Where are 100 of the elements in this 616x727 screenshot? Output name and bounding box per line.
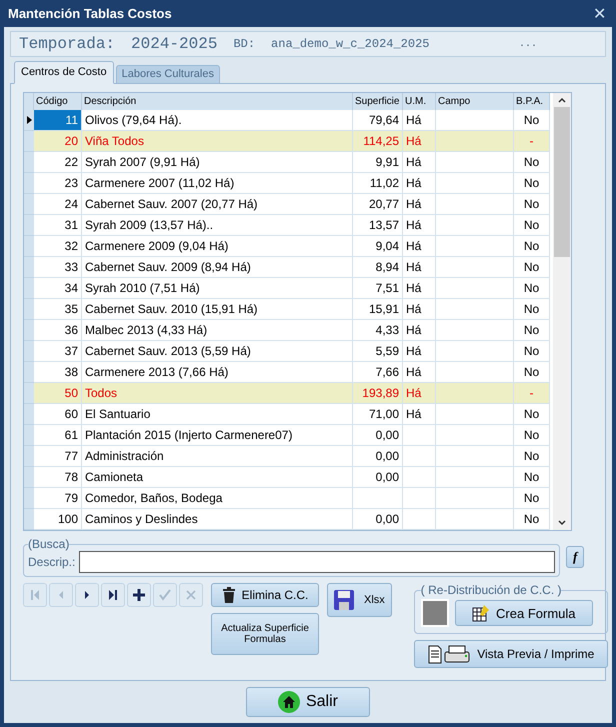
exit-button[interactable]: Salir bbox=[246, 687, 370, 717]
column-header[interactable]: Campo bbox=[436, 93, 514, 110]
code-cell: 11 bbox=[34, 110, 82, 131]
column-header[interactable]: Código bbox=[34, 93, 82, 110]
code-cell: 100 bbox=[34, 509, 82, 530]
description-cell: Administración bbox=[82, 446, 353, 467]
unit-cell: Há bbox=[403, 236, 436, 257]
code-cell: 35 bbox=[34, 299, 82, 320]
column-header[interactable]: Descripción bbox=[82, 93, 353, 110]
area-cell: 0,00 bbox=[353, 509, 403, 530]
description-cell: Olivos (79,64 Há). bbox=[82, 110, 353, 131]
bpa-cell: No bbox=[514, 425, 550, 446]
unit-cell: Há bbox=[403, 131, 436, 152]
area-cell: 9,91 bbox=[353, 152, 403, 173]
area-cell: 20,77 bbox=[353, 194, 403, 215]
create-formula-button[interactable]: Crea Formula bbox=[454, 600, 593, 626]
bpa-cell: - bbox=[514, 131, 550, 152]
bpa-cell: No bbox=[514, 278, 550, 299]
code-cell: 20 bbox=[34, 131, 82, 152]
area-cell: 11,02 bbox=[353, 173, 403, 194]
home-icon bbox=[278, 691, 300, 713]
search-field[interactable] bbox=[79, 551, 555, 573]
code-cell: 77 bbox=[34, 446, 82, 467]
trash-icon bbox=[222, 587, 236, 603]
window-title: Mantención Tablas Costos bbox=[8, 6, 172, 21]
description-cell: Syrah 2010 (7,51 Há) bbox=[82, 278, 353, 299]
area-cell: 5,59 bbox=[353, 341, 403, 362]
bpa-cell: No bbox=[514, 257, 550, 278]
close-button[interactable]: ✕ bbox=[593, 4, 606, 24]
database-value: ana_demo_w_c_2024_2025 bbox=[271, 37, 430, 51]
bpa-cell: No bbox=[514, 299, 550, 320]
area-cell: 79,64 bbox=[353, 110, 403, 131]
column-header[interactable]: B.P.A. bbox=[514, 93, 550, 110]
bpa-cell: No bbox=[514, 509, 550, 530]
description-cell: Carmenere 2007 (11,02 Há) bbox=[82, 173, 353, 194]
add-button[interactable] bbox=[127, 583, 151, 607]
code-cell: 31 bbox=[34, 215, 82, 236]
code-cell: 79 bbox=[34, 488, 82, 509]
bpa-cell: No bbox=[514, 488, 550, 509]
print-preview-button[interactable]: Vista Previa / Imprime bbox=[414, 640, 608, 668]
plus-icon bbox=[133, 589, 145, 601]
unit-cell: Há bbox=[403, 299, 436, 320]
code-cell: 78 bbox=[34, 467, 82, 488]
column-header[interactable]: Superficie bbox=[353, 93, 403, 110]
delete-button[interactable]: Elimina C.C. bbox=[211, 583, 319, 607]
area-cell: 15,91 bbox=[353, 299, 403, 320]
tab[interactable]: Labores Culturales bbox=[116, 65, 220, 84]
description-cell: Cabernet Sauv. 2007 (20,77 Há) bbox=[82, 194, 353, 215]
bpa-cell: No bbox=[514, 152, 550, 173]
code-cell: 60 bbox=[34, 404, 82, 425]
description-cell: Camioneta bbox=[82, 467, 353, 488]
description-cell: Comedor, Baños, Bodega bbox=[82, 488, 353, 509]
bpa-cell: No bbox=[514, 320, 550, 341]
area-cell: 4,33 bbox=[353, 320, 403, 341]
bpa-cell: No bbox=[514, 404, 550, 425]
unit-cell: Há bbox=[403, 320, 436, 341]
area-cell bbox=[353, 488, 403, 509]
bpa-cell: No bbox=[514, 194, 550, 215]
description-cell: Plantación 2015 (Injerto Carmenere07) bbox=[82, 425, 353, 446]
unit-cell: Há bbox=[403, 257, 436, 278]
column-header[interactable]: U.M. bbox=[403, 93, 436, 110]
update-area-button[interactable]: Actualiza Superficie Formulas bbox=[211, 613, 319, 655]
next-button[interactable] bbox=[75, 583, 99, 607]
scrollbar[interactable] bbox=[553, 93, 571, 530]
description-cell: Carmenere 2013 (7,66 Há) bbox=[82, 362, 353, 383]
bpa-cell: No bbox=[514, 173, 550, 194]
unit-cell bbox=[403, 488, 436, 509]
database-label: BD: bbox=[233, 37, 256, 51]
area-cell: 0,00 bbox=[353, 467, 403, 488]
code-cell: 38 bbox=[34, 362, 82, 383]
unit-cell: Há bbox=[403, 362, 436, 383]
description-cell: Syrah 2007 (9,91 Há) bbox=[82, 152, 353, 173]
more-text: ... bbox=[518, 38, 537, 50]
first-record-icon bbox=[30, 589, 40, 601]
tab[interactable]: Centros de Costo bbox=[14, 61, 114, 84]
code-cell: 32 bbox=[34, 236, 82, 257]
last-button[interactable] bbox=[101, 583, 125, 607]
description-label: Descrip.: bbox=[28, 555, 76, 569]
bpa-cell: No bbox=[514, 110, 550, 131]
bpa-cell: - bbox=[514, 383, 550, 404]
last-record-icon bbox=[108, 589, 118, 601]
bpa-cell: No bbox=[514, 362, 550, 383]
bpa-cell: No bbox=[514, 215, 550, 236]
area-cell: 71,00 bbox=[353, 404, 403, 425]
table-edit-icon bbox=[472, 604, 490, 622]
area-cell: 0,00 bbox=[353, 446, 403, 467]
description-cell: Viña Todos bbox=[82, 131, 353, 152]
description-cell: Carmenere 2009 (9,04 Há) bbox=[82, 236, 353, 257]
unit-cell bbox=[403, 467, 436, 488]
formula-button[interactable]: f bbox=[566, 546, 584, 568]
area-cell: 114,25 bbox=[353, 131, 403, 152]
description-cell: Malbec 2013 (4,33 Há) bbox=[82, 320, 353, 341]
unit-cell: Há bbox=[403, 215, 436, 236]
color-swatch bbox=[420, 599, 449, 627]
xlsx-button[interactable]: Xlsx bbox=[327, 583, 392, 617]
checkmark-icon bbox=[159, 589, 171, 601]
unit-cell bbox=[403, 425, 436, 446]
area-cell: 0,00 bbox=[353, 425, 403, 446]
current-row-icon bbox=[26, 116, 32, 124]
season-value: 2024-2025 bbox=[131, 35, 218, 53]
